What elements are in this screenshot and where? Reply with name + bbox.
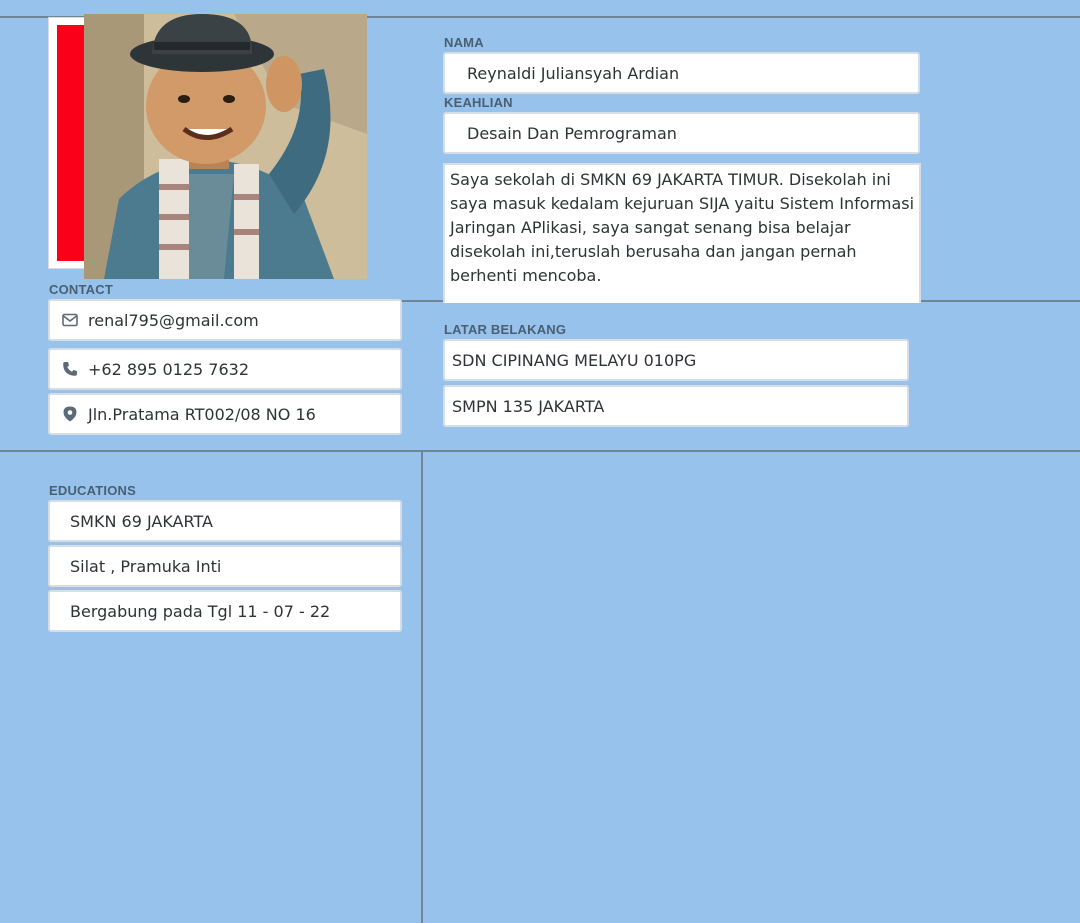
vertical-divider [421,451,423,923]
background-item[interactable]: SDN CIPINANG MELAYU 010PG [443,339,909,381]
background-item[interactable]: SMPN 135 JAKARTA [443,385,909,427]
email-value: renal795@gmail.com [88,310,259,330]
phone-field[interactable]: +62 895 0125 7632 [48,348,402,390]
lower-divider [0,450,1080,452]
address-field[interactable]: Jln.Pratama RT002/08 NO 16 [48,393,402,435]
education-item-text: Bergabung pada Tgl 11 - 07 - 22 [70,601,331,621]
background-item-text: SDN CIPINANG MELAYU 010PG [452,350,697,370]
email-field[interactable]: renal795@gmail.com [48,299,402,341]
phone-icon [62,361,78,377]
educations-label: EDUCATIONS [49,483,136,498]
name-label: NAMA [444,35,484,50]
skill-label: KEAHLIAN [444,95,513,110]
skill-value: Desain Dan Pemrograman [467,123,677,143]
background-label: LATAR BELAKANG [444,322,567,337]
photo-accent-bar [57,25,87,261]
skill-field[interactable]: Desain Dan Pemrograman [443,112,920,154]
profile-photo-illustration [84,14,367,279]
mail-icon [62,312,78,328]
name-value: Reynaldi Juliansyah Ardian [467,63,680,83]
location-pin-icon [62,406,78,422]
phone-value: +62 895 0125 7632 [88,359,249,379]
about-textarea[interactable]: Saya sekolah di SMKN 69 JAKARTA TIMUR. D… [443,163,921,303]
contact-label: CONTACT [49,282,113,297]
address-value: Jln.Pratama RT002/08 NO 16 [88,404,316,424]
education-item[interactable]: Bergabung pada Tgl 11 - 07 - 22 [48,590,402,632]
education-item-text: Silat , Pramuka Inti [70,556,222,576]
education-item-text: SMKN 69 JAKARTA [70,511,213,531]
name-field[interactable]: Reynaldi Juliansyah Ardian [443,52,920,94]
background-item-text: SMPN 135 JAKARTA [452,396,605,416]
profile-photo [84,14,367,279]
education-item[interactable]: SMKN 69 JAKARTA [48,500,402,542]
education-item[interactable]: Silat , Pramuka Inti [48,545,402,587]
